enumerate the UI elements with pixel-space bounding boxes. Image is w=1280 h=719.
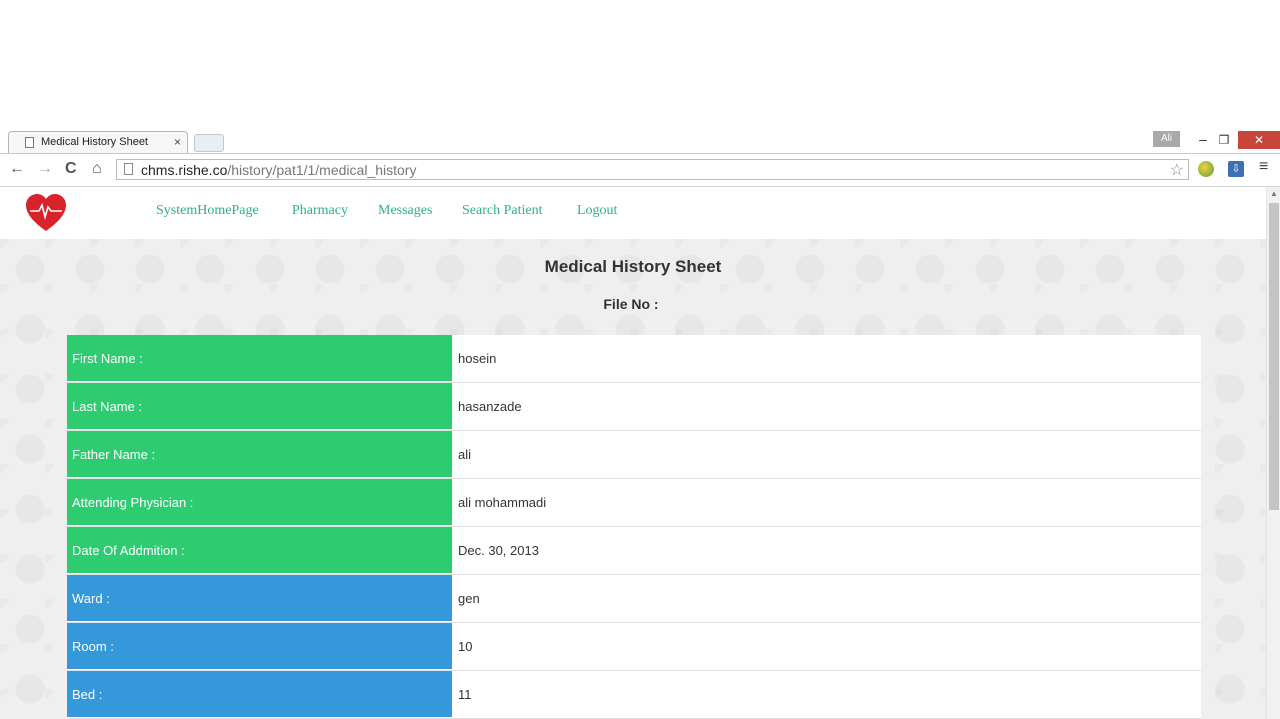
nav-link-logout[interactable]: Logout (577, 203, 617, 219)
back-icon[interactable]: ← (9, 160, 25, 178)
table-row: Attending Physician : ali mohammadi (67, 479, 1201, 527)
browser-menu-icon[interactable]: ≡ (1259, 158, 1268, 176)
table-row: Father Name : ali (67, 431, 1201, 479)
page-icon (25, 137, 34, 148)
browser-toolbar: ← → C ⌂ chms.rishe.co/history/pat1/1/med… (0, 154, 1280, 187)
table-row: Date Of Addmition : Dec. 30, 2013 (67, 527, 1201, 575)
row-value: ali (458, 447, 472, 462)
address-bar[interactable]: chms.rishe.co/history/pat1/1/medical_his… (116, 159, 1189, 180)
table-row: Room : 10 (67, 623, 1201, 671)
tab-close-icon[interactable]: × (174, 135, 181, 149)
table-row: Last Name : hasanzade (67, 383, 1201, 431)
restore-button[interactable]: ❐ (1214, 131, 1234, 149)
window-close-button[interactable]: ✕ (1238, 131, 1280, 149)
heart-logo-icon[interactable] (24, 193, 68, 233)
scroll-up-icon[interactable]: ▲ (1270, 189, 1278, 198)
row-value: hasanzade (458, 399, 522, 414)
reload-icon[interactable]: C (65, 160, 77, 178)
url-host: chms.rishe.co (141, 162, 228, 178)
browser-tabstrip: Medical History Sheet × Ali – ❐ ✕ (0, 131, 1280, 154)
row-value: 11 (458, 687, 472, 702)
globe-extension-icon[interactable] (1198, 161, 1214, 177)
row-label: Last Name : (67, 383, 452, 430)
url-text: chms.rishe.co/history/pat1/1/medical_his… (141, 162, 416, 178)
row-label: First Name : (67, 335, 452, 382)
forward-icon[interactable]: → (37, 160, 53, 178)
row-value: ali mohammadi (458, 495, 547, 510)
row-value: gen (458, 591, 480, 606)
row-label: Attending Physician : (67, 479, 452, 526)
row-label: Ward : (67, 575, 452, 622)
browser-tab[interactable]: Medical History Sheet × (8, 131, 188, 153)
url-path: /history/pat1/1/medical_history (227, 162, 417, 178)
tab-title: Medical History Sheet (41, 136, 148, 148)
nav-link-messages[interactable]: Messages (378, 203, 432, 219)
row-value: 10 (458, 639, 473, 654)
table-row: Ward : gen (67, 575, 1201, 623)
table-row: First Name : hosein (67, 335, 1201, 383)
minimize-button[interactable]: – (1193, 131, 1213, 149)
nav-link-systemhomepage[interactable]: SystemHomePage (156, 203, 259, 219)
bookmark-star-icon[interactable]: ☆ (1170, 160, 1184, 180)
nav-link-pharmacy[interactable]: Pharmacy (292, 203, 348, 219)
download-extension-icon[interactable]: ⇩ (1228, 161, 1244, 177)
nav-link-search-patient[interactable]: Search Patient (462, 203, 542, 219)
table-row: Bed : 11 (67, 671, 1201, 719)
site-navbar: SystemHomePage Pharmacy Messages Search … (0, 187, 1266, 239)
page-icon (124, 163, 133, 175)
home-icon[interactable]: ⌂ (92, 160, 102, 178)
row-value: hosein (458, 351, 497, 366)
row-label: Room : (67, 623, 452, 670)
scrollbar-thumb[interactable] (1269, 203, 1279, 510)
file-no-label: File No : (603, 296, 659, 312)
file-no: File No : (0, 296, 1266, 312)
row-label: Date Of Addmition : (67, 527, 452, 574)
row-label: Bed : (67, 671, 452, 718)
row-label: Father Name : (67, 431, 452, 478)
new-tab-button[interactable] (194, 134, 224, 152)
patient-info-table: First Name : hosein Last Name : hasanzade Fa… (67, 335, 1201, 719)
row-value: Dec. 30, 2013 (458, 543, 539, 558)
vertical-scrollbar[interactable]: ▲ (1266, 187, 1280, 719)
page-content: SystemHomePage Pharmacy Messages Search … (0, 187, 1266, 719)
blank-area (0, 0, 1280, 131)
profile-badge[interactable]: Ali (1153, 131, 1180, 147)
page-title: Medical History Sheet (544, 257, 722, 276)
